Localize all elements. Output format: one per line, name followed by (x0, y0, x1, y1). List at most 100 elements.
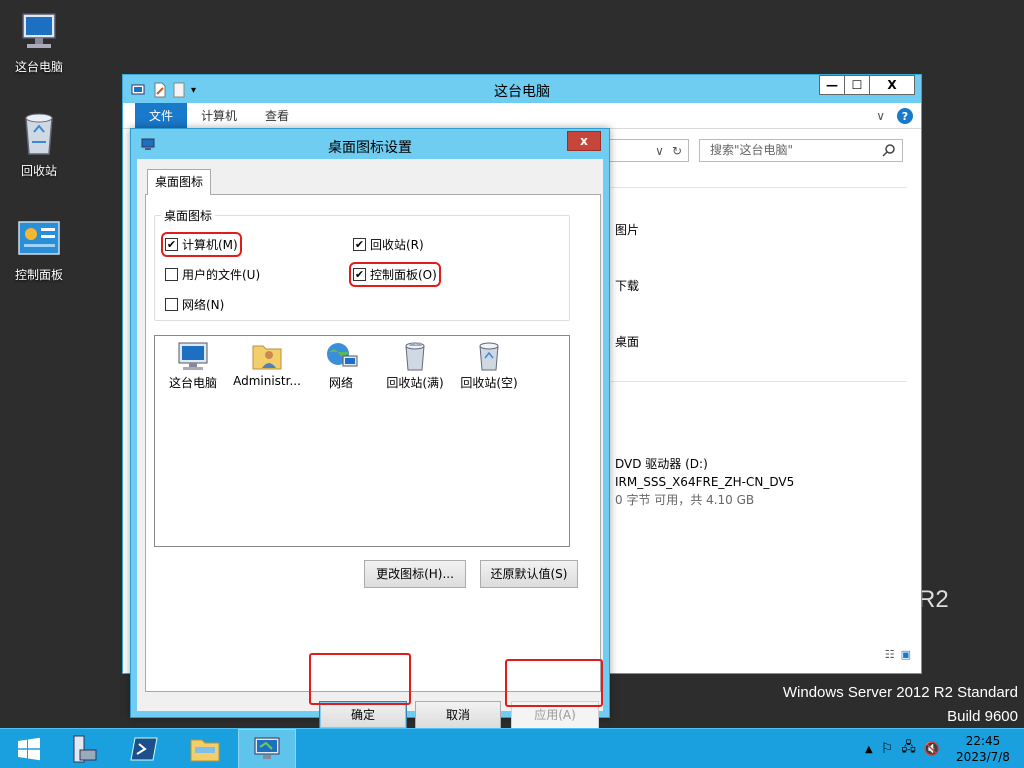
search-input[interactable]: 搜索"这台电脑" (699, 139, 903, 162)
icon-label: 回收站(空) (460, 376, 518, 390)
os-watermark-edition: Windows Server 2012 R2 Standard (782, 684, 1018, 701)
checkbox-label: 控制面板(O) (370, 268, 437, 282)
taskbar: ▲ ⚐ 🖧 🔇 22:45 2023/7/8 (0, 728, 1024, 768)
desktop-icon-control-panel[interactable]: 控制面板 (4, 218, 74, 283)
checkbox-computer[interactable]: ✔ 计算机(M) (161, 232, 242, 257)
control-panel-icon (18, 221, 60, 255)
ribbon-tabs: 文件 计算机 查看 ∨ ? (123, 102, 921, 129)
checkbox-label: 网络(N) (182, 298, 225, 312)
drive-name: DVD 驱动器 (D:) (615, 457, 708, 471)
explorer-title: 这台电脑 (494, 84, 550, 100)
recycle-bin-empty-icon (479, 342, 499, 371)
desktop-settings-icon (254, 737, 280, 759)
divider (611, 381, 907, 382)
powershell-icon (130, 737, 158, 761)
ok-button[interactable]: 确定 (319, 701, 407, 729)
close-button[interactable]: X (869, 75, 915, 95)
folder-item-pictures[interactable]: 图片 (615, 221, 639, 238)
show-hidden-icons-icon[interactable]: ▲ (865, 744, 873, 755)
taskbar-desktop-settings[interactable] (238, 729, 296, 768)
desktop-icon-computer[interactable]: 这台电脑 (4, 10, 74, 75)
icon-item-user-files[interactable]: Administr... (231, 340, 303, 388)
server-manager-icon (73, 735, 97, 763)
taskbar-powershell[interactable] (116, 729, 174, 768)
large-icons-view-icon[interactable]: ▣ (901, 648, 911, 661)
checkmark-icon: ✔ (165, 238, 178, 251)
background-text: R2 (918, 586, 949, 613)
taskbar-file-explorer[interactable] (176, 729, 234, 768)
network-icon (327, 343, 358, 367)
network-status-icon[interactable]: 🖧 (901, 738, 916, 760)
tab-desktop-icons[interactable]: 桌面图标 (147, 169, 211, 195)
desktop-icons-group: 桌面图标 ✔ 计算机(M) ✔ 回收站(R) 用户的文件(U) ✔ 控制面板(O… (154, 207, 570, 321)
icon-item-recycle-bin-full[interactable]: 回收站(满) (379, 340, 451, 391)
user-folder-icon (252, 345, 282, 370)
folder-item-desktop[interactable]: 桌面 (615, 333, 639, 350)
search-icon (882, 144, 895, 157)
icon-label: 网络 (328, 376, 353, 390)
computer-icon (178, 342, 208, 370)
drive-item-dvd[interactable]: DVD 驱动器 (D:) IRM_SSS_X64FRE_ZH-CN_DV5 0 … (615, 455, 794, 509)
checkmark-icon: ✔ (353, 238, 366, 251)
icon-label: Administr... (233, 374, 301, 388)
icon-item-network[interactable]: 网络 (305, 340, 377, 391)
computer-icon (22, 13, 56, 48)
explorer-titlebar[interactable]: ▾ 这台电脑 — ☐ X (123, 75, 921, 103)
highlight-annotation-ok (309, 653, 411, 705)
file-explorer-icon (190, 739, 220, 762)
icon-label: 这台电脑 (168, 376, 217, 390)
icon-item-recycle-bin-empty[interactable]: 回收站(空) (453, 340, 525, 391)
clock-time: 22:45 (965, 734, 1001, 748)
group-title: 桌面图标 (161, 207, 216, 224)
drive-label: IRM_SSS_X64FRE_ZH-CN_DV5 (615, 475, 795, 489)
drive-space: 0 字节 可用，共 4.10 GB (615, 493, 755, 507)
checkbox-label: 计算机(M) (182, 238, 238, 252)
tab-pane: 桌面图标 ✔ 计算机(M) ✔ 回收站(R) 用户的文件(U) ✔ 控制面板(O… (145, 194, 601, 692)
icon-item-computer[interactable]: 这台电脑 (157, 340, 229, 391)
checkbox-label: 用户的文件(U) (182, 268, 261, 282)
icon-label: 回收站(满) (386, 376, 444, 390)
search-placeholder: 搜索"这台电脑" (710, 143, 794, 157)
desktop-icon-settings-dialog: 桌面图标设置 x 桌面图标 桌面图标 ✔ 计算机(M) ✔ 回收站(R) 用户的… (130, 128, 610, 729)
system-tray: ▲ ⚐ 🖧 🔇 22:45 2023/7/8 (865, 729, 1024, 768)
checkbox-control-panel[interactable]: ✔ 控制面板(O) (349, 262, 441, 287)
taskbar-server-manager[interactable] (54, 729, 112, 768)
desktop-icon-label: 控制面板 (14, 268, 63, 282)
clock[interactable]: 22:45 2023/7/8 (948, 733, 1018, 765)
address-dropdown-icon[interactable]: ∨ (655, 144, 664, 158)
checkmark-icon: ✔ (353, 268, 366, 281)
dialog-titlebar[interactable]: 桌面图标设置 x (131, 129, 609, 159)
checkbox-recycle-bin[interactable]: ✔ 回收站(R) (353, 236, 424, 253)
checkbox-user-files[interactable]: 用户的文件(U) (165, 266, 260, 283)
tab-file[interactable]: 文件 (135, 102, 188, 129)
dialog-title: 桌面图标设置 (328, 140, 412, 156)
recycle-bin-icon (25, 113, 53, 155)
cancel-button[interactable]: 取消 (415, 701, 501, 729)
desktop-icon-label: 这台电脑 (14, 60, 63, 74)
tab-computer[interactable]: 计算机 (187, 103, 251, 129)
os-watermark-build: Build 9600 (947, 708, 1018, 725)
expand-ribbon-icon[interactable]: ∨ (876, 109, 885, 123)
start-button[interactable] (0, 729, 58, 768)
maximize-button[interactable]: ☐ (844, 75, 870, 95)
minimize-button[interactable]: — (819, 75, 845, 95)
tab-view[interactable]: 查看 (251, 103, 303, 129)
start-icon (18, 737, 40, 761)
folder-item-downloads[interactable]: 下载 (615, 277, 639, 294)
recycle-bin-full-icon (405, 342, 425, 371)
change-icon-button[interactable]: 更改图标(H)... (364, 560, 466, 588)
help-icon[interactable]: ? (897, 108, 913, 124)
flag-icon[interactable]: ⚐ (881, 741, 894, 757)
restore-default-button[interactable]: 还原默认值(S) (480, 560, 578, 588)
dialog-body: 桌面图标 桌面图标 ✔ 计算机(M) ✔ 回收站(R) 用户的文件(U) ✔ 控… (137, 159, 603, 729)
clock-date: 2023/7/8 (956, 750, 1010, 764)
refresh-icon[interactable]: ↻ (672, 144, 682, 158)
desktop-icon-recycle-bin[interactable]: 回收站 (4, 110, 74, 179)
details-view-icon[interactable]: ☷ (885, 648, 895, 661)
volume-muted-icon[interactable]: 🔇 (924, 742, 940, 757)
icon-list[interactable]: 这台电脑 Administr... 网络 回收站(满) 回收站(空) (154, 335, 570, 547)
checkbox-network[interactable]: 网络(N) (165, 296, 224, 313)
dialog-close-button[interactable]: x (567, 131, 601, 151)
address-bar-controls[interactable]: ∨ ↻ (603, 139, 689, 162)
divider (611, 187, 907, 188)
